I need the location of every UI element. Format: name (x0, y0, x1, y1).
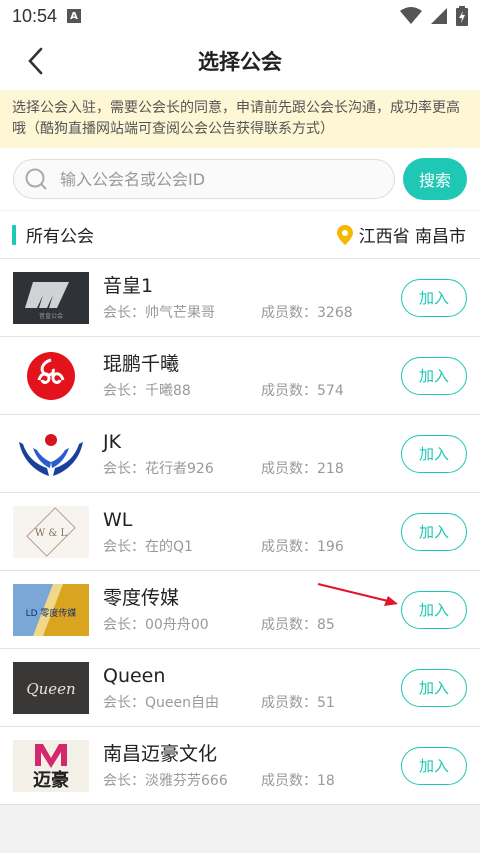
list-item: Queen Queen 会长：Queen自由 成员数：51 加入 (0, 649, 480, 727)
guild-members: 成员数：196 (261, 539, 344, 555)
list-item: LD 零度传媒 零度传媒 会长：00舟舟00 成员数：85 加入 (0, 571, 480, 649)
guild-logo-text: Queen (26, 680, 75, 698)
join-button[interactable]: 加入 (401, 434, 467, 473)
guild-logo (13, 427, 89, 480)
guild-list: 音皇公会 音皇1 会长：帅气芒果哥 成员数：3268 加入 琨鹏千曦 会长：千曦… (0, 259, 480, 805)
location-selector[interactable]: 江西省 南昌市 (336, 222, 466, 247)
guild-members: 成员数：574 (261, 383, 344, 399)
guild-logo-text: LD 零度传媒 (26, 607, 77, 619)
guild-members: 成员数：51 (261, 695, 335, 711)
join-button[interactable]: 加入 (401, 356, 467, 395)
search-row: 搜索 (0, 148, 480, 210)
guild-logo (13, 349, 89, 402)
guild-members: 成员数：3268 (261, 305, 353, 321)
guild-logo: 音皇公会 (13, 271, 89, 324)
section-header: 所有公会 江西省 南昌市 (0, 211, 480, 259)
guild-leader: 会长：Queen自由 (103, 695, 219, 711)
signal-icon (431, 8, 447, 24)
list-item: 音皇公会 音皇1 会长：帅气芒果哥 成员数：3268 加入 (0, 259, 480, 337)
guild-leader: 会长：帅气芒果哥 (103, 305, 215, 321)
join-button[interactable]: 加入 (401, 278, 467, 317)
location-text: 江西省 南昌市 (358, 227, 466, 247)
join-button[interactable]: 加入 (401, 512, 467, 551)
chevron-left-icon (28, 47, 43, 75)
list-item: 琨鹏千曦 会长：千曦88 成员数：574 加入 (0, 337, 480, 415)
guild-leader: 会长：在的Q1 (103, 539, 193, 555)
guild-name: 零度传媒 (103, 587, 180, 609)
notification-icon: A (67, 9, 82, 23)
guild-members: 成员数：18 (261, 773, 335, 789)
page-title: 选择公会 (198, 50, 282, 74)
status-time: 10:54 (12, 5, 58, 26)
guild-logo-text: W & L (35, 528, 68, 539)
search-input[interactable] (60, 169, 360, 189)
guild-leader: 会长：花行者926 (103, 461, 214, 477)
battery-icon (456, 6, 468, 26)
guild-name: Queen (103, 665, 166, 687)
guild-name: WL (103, 509, 133, 531)
guild-name: JK (103, 431, 122, 453)
guild-logo: Queen (13, 661, 89, 714)
guild-members: 成员数：218 (261, 461, 344, 477)
list-item: JK 会长：花行者926 成员数：218 加入 (0, 415, 480, 493)
status-bar: 10:54 A (0, 0, 480, 32)
guild-members: 成员数：85 (261, 617, 335, 633)
guild-name: 南昌迈豪文化 (103, 743, 218, 765)
join-button[interactable]: 加入 (401, 668, 467, 707)
guild-leader: 会长：00舟舟00 (103, 617, 209, 633)
search-box (13, 159, 395, 199)
list-item: W & L WL 会长：在的Q1 成员数：196 加入 (0, 493, 480, 571)
guild-leader: 会长：千曦88 (103, 383, 191, 399)
guild-logo-text: 音皇公会 (39, 312, 63, 320)
guild-name: 琨鹏千曦 (103, 353, 180, 375)
list-item: 迈豪 南昌迈豪文化 会长：淡雅芬芳666 成员数：18 加入 (0, 727, 480, 805)
back-button[interactable] (20, 46, 50, 76)
search-icon (25, 168, 47, 190)
guild-logo: W & L (13, 505, 89, 558)
section-accent-bar (12, 224, 16, 245)
guild-name: 音皇1 (103, 275, 154, 297)
search-button[interactable]: 搜索 (403, 158, 467, 200)
join-button[interactable]: 加入 (401, 590, 467, 629)
wifi-icon (400, 7, 422, 24)
join-button[interactable]: 加入 (401, 746, 467, 785)
guild-leader: 会长：淡雅芬芳666 (103, 773, 228, 789)
notice-banner: 选择公会入驻，需要公会长的同意，申请前先跟公会长沟通，成功率更高哦（酷狗直播网站… (0, 90, 480, 148)
guild-logo-text: 迈豪 (33, 769, 69, 791)
guild-logo: 迈豪 (13, 739, 89, 792)
page-header: 选择公会 (0, 32, 480, 90)
section-title: 所有公会 (26, 227, 94, 247)
guild-logo: LD 零度传媒 (13, 583, 89, 636)
location-pin-icon (336, 224, 353, 245)
